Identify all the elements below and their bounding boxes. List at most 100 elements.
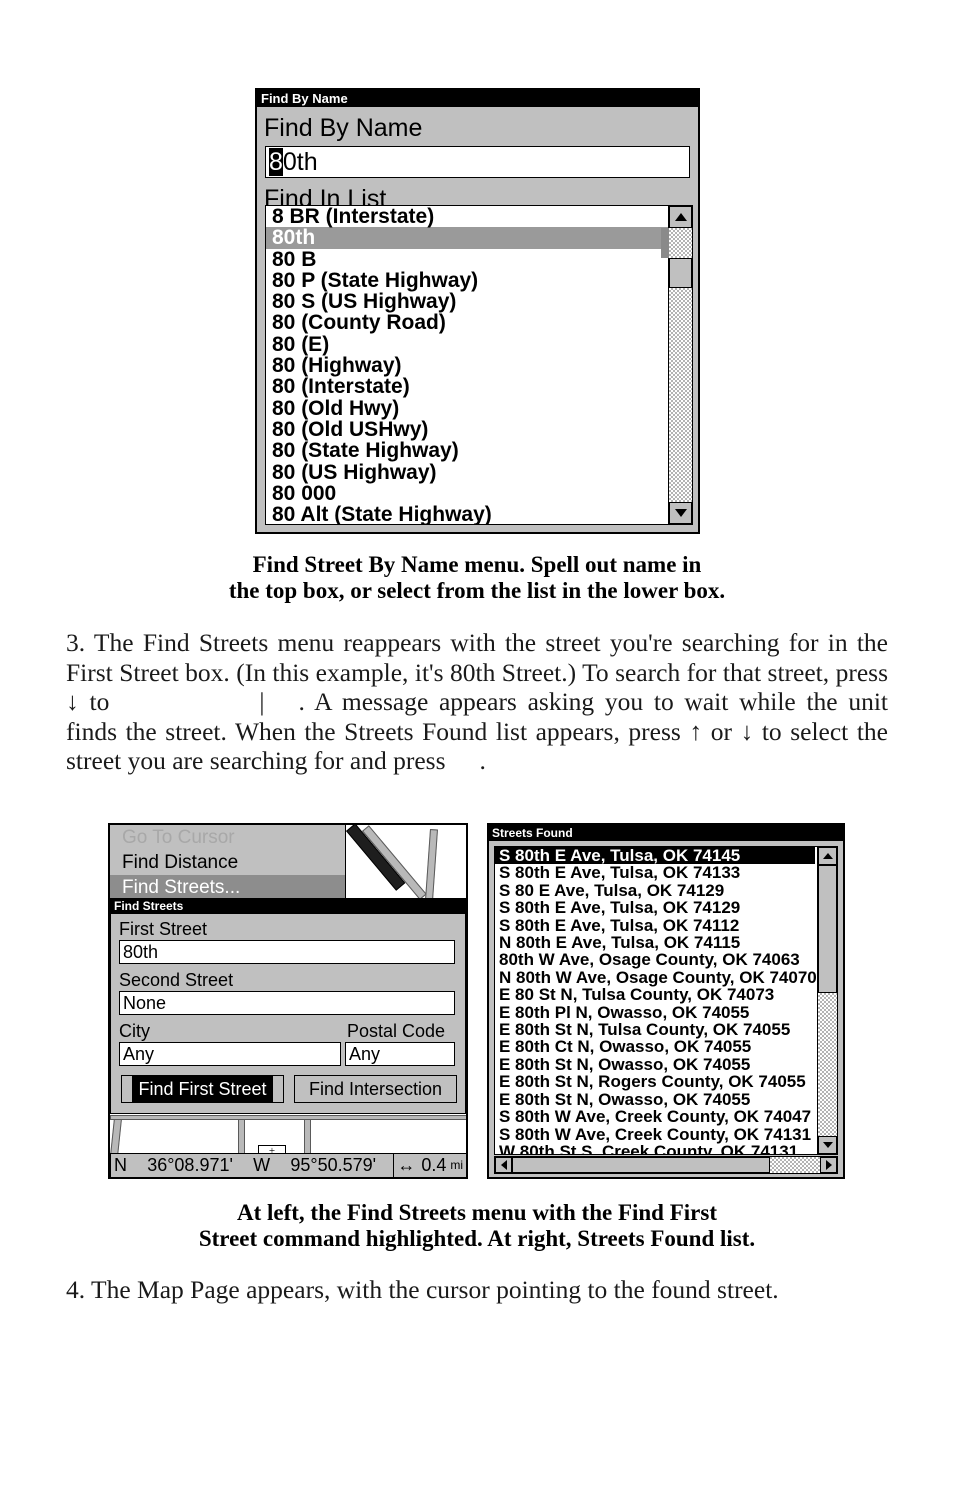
find-streets-dialog: Find Streets First Street 80th Second St… [110, 898, 466, 1114]
city-input[interactable]: Any [119, 1042, 341, 1066]
triangle-up-icon [674, 213, 687, 221]
latitude-value: 36°08.971' [147, 1155, 233, 1175]
scroll-left-button[interactable] [495, 1157, 512, 1173]
list-item[interactable]: E 80th St N, Rogers County, OK 74055 [495, 1073, 815, 1091]
vertical-scrollbar[interactable] [661, 206, 692, 524]
scroll-down-button[interactable] [669, 502, 692, 524]
list-item[interactable]: 8 BR (Interstate) [266, 206, 668, 227]
streets-found-listbox[interactable]: S 80th E Ave, Tulsa, OK 74145 S 80th E A… [494, 846, 838, 1155]
list-item[interactable]: 80 (Old Hwy) [266, 397, 668, 419]
find-by-name-dialog: Find By Name Find By Name 80th Find In L… [255, 88, 700, 534]
list-item[interactable]: E 80th St N, Owasso, OK 74055 [495, 1090, 815, 1108]
second-street-input[interactable]: None [119, 991, 455, 1015]
map-road [110, 1115, 466, 1120]
input-remaining-text: 0th [282, 148, 318, 176]
button-label: Find Intersection [308, 1079, 443, 1099]
caption-line: Find Street By Name menu. Spell out name… [252, 552, 702, 577]
find-first-street-button[interactable]: Find First Street [121, 1075, 284, 1103]
list-item[interactable]: S 80th W Ave, Creek County, OK 74131 [495, 1125, 815, 1143]
paragraph-text-part-b: . A message appears asking you to wait w… [66, 687, 888, 775]
find-intersection-button[interactable]: Find Intersection [294, 1075, 457, 1103]
list-item[interactable]: 80 (Interstate) [266, 376, 668, 398]
second-street-label: Second Street [119, 970, 234, 990]
list-item[interactable]: 80 B [266, 248, 668, 270]
horizontal-scrollbar[interactable] [494, 1156, 838, 1174]
list-item[interactable]: 80th [266, 227, 668, 249]
scroll-up-button[interactable] [669, 206, 692, 228]
first-street-label: First Street [119, 919, 208, 939]
list-item[interactable]: 80 S (US Highway) [266, 291, 668, 313]
streets-found-panel: Streets Found S 80th E Ave, Tulsa, OK 74… [487, 823, 845, 1179]
scrollbar-thumb[interactable] [512, 1157, 770, 1173]
caption-line: Street command highlighted. At right, St… [198, 1226, 756, 1251]
scrollbar-thumb[interactable] [669, 258, 692, 288]
postal-code-label: Postal Code [347, 1021, 446, 1041]
list-item[interactable]: E 80th Pl N, Owasso, OK 74055 [495, 1003, 815, 1021]
list-item[interactable]: 80 (US Highway) [266, 461, 668, 483]
vertical-scrollbar[interactable] [817, 847, 837, 1154]
map-scale-unit: mi [450, 1158, 464, 1172]
list-item[interactable]: E 80 St N, Tulsa County, OK 74073 [495, 986, 815, 1004]
triangle-left-icon [500, 1160, 507, 1170]
find-by-name-input[interactable]: 80th [265, 146, 690, 178]
city-label: City [119, 1021, 150, 1041]
paragraph-text: 4. The Map Page appears, with the cursor… [66, 1275, 779, 1304]
triangle-right-icon [825, 1160, 832, 1170]
find-in-list-listbox[interactable]: 8 BR (Interstate) 80th 80 B 80 P (State … [265, 205, 693, 525]
list-item[interactable]: S 80th W Ave, Creek County, OK 74047 [495, 1108, 815, 1126]
left-right-arrow-icon: ↔ [397, 1155, 416, 1175]
menu-item-find-streets[interactable]: Find Streets... [110, 875, 345, 900]
paragraph-text-part-c: . [479, 746, 486, 775]
triangle-up-icon [822, 853, 833, 859]
dialog-titlebar: Streets Found [489, 825, 843, 841]
find-streets-screen-panel: + Go To Cursor Find Distance Find Street… [108, 823, 468, 1179]
list-item[interactable]: N 80th E Ave, Tulsa, OK 74115 [495, 934, 815, 952]
streets-found-items: S 80th E Ave, Tulsa, OK 74145 S 80th E A… [495, 847, 817, 1154]
scroll-position-marker [661, 228, 669, 258]
list-item[interactable]: E 80th St N, Tulsa County, OK 74055 [495, 1021, 815, 1039]
list-item[interactable]: N 80th W Ave, Osage County, OK 74070 [495, 968, 817, 986]
list-item[interactable]: S 80th E Ave, Tulsa, OK 74129 [495, 899, 815, 917]
scroll-down-button[interactable] [818, 1136, 837, 1154]
longitude-value: 95°50.579' [290, 1155, 377, 1175]
find-in-list-items: 8 BR (Interstate) 80th 80 B 80 P (State … [266, 206, 668, 524]
list-item[interactable]: S 80th E Ave, Tulsa, OK 74145 [495, 847, 815, 864]
list-item[interactable]: 80 (County Road) [266, 312, 668, 334]
list-item[interactable]: 80 (State Highway) [266, 440, 668, 462]
caption-find-streets: At left, the Find Streets menu with the … [0, 1200, 954, 1252]
list-item[interactable]: 80 P (State Highway) [266, 270, 668, 292]
list-item[interactable]: W 80th St S, Creek County, OK 74131 [495, 1142, 815, 1154]
caption-find-by-name: Find Street By Name menu. Spell out name… [0, 552, 954, 604]
longitude-hemisphere: W [253, 1155, 271, 1175]
menu-item-find-distance[interactable]: Find Distance [110, 850, 345, 875]
list-item[interactable]: 80 000 [266, 483, 668, 505]
dialog-titlebar: Find By Name [257, 90, 698, 107]
scrollbar-thumb[interactable] [818, 865, 837, 993]
caption-line: At left, the Find Streets menu with the … [237, 1200, 717, 1225]
list-item[interactable]: S 80th E Ave, Tulsa, OK 74112 [495, 916, 815, 934]
map-scale-value: 0.4 [421, 1155, 447, 1175]
input-cursor-character: 8 [269, 148, 283, 176]
first-street-input[interactable]: 80th [119, 940, 455, 964]
missing-glyph-bar: | [259, 687, 265, 716]
list-item[interactable]: 80 Alt (State Highway) [266, 504, 668, 524]
find-by-name-heading: Find By Name [264, 114, 423, 142]
list-item[interactable]: 80 (Old USHwy) [266, 419, 668, 441]
dialog-titlebar: Find Streets [111, 899, 465, 914]
paragraph-step-3: 3. The Find Streets menu reappears with … [66, 628, 888, 776]
list-item[interactable]: 80th W Ave, Osage County, OK 74063 [495, 951, 815, 969]
list-item[interactable]: 80 (Highway) [266, 355, 668, 377]
list-item[interactable]: E 80th St N, Owasso, OK 74055 [495, 1055, 815, 1073]
scroll-right-button[interactable] [820, 1157, 837, 1173]
list-item[interactable]: S 80 E Ave, Tulsa, OK 74129 [495, 881, 815, 899]
list-item[interactable]: S 80th E Ave, Tulsa, OK 74133 [495, 864, 815, 882]
paragraph-step-4: 4. The Map Page appears, with the cursor… [66, 1275, 888, 1305]
scroll-up-button[interactable] [818, 847, 837, 865]
menu-item-go-to-cursor[interactable]: Go To Cursor [110, 825, 345, 850]
triangle-down-icon [674, 509, 687, 517]
list-item[interactable]: 80 (E) [266, 333, 668, 355]
triangle-down-icon [822, 1142, 833, 1148]
latitude-hemisphere: N [113, 1155, 127, 1175]
list-item[interactable]: E 80th Ct N, Owasso, OK 74055 [495, 1038, 815, 1056]
postal-code-input[interactable]: Any [345, 1042, 455, 1066]
